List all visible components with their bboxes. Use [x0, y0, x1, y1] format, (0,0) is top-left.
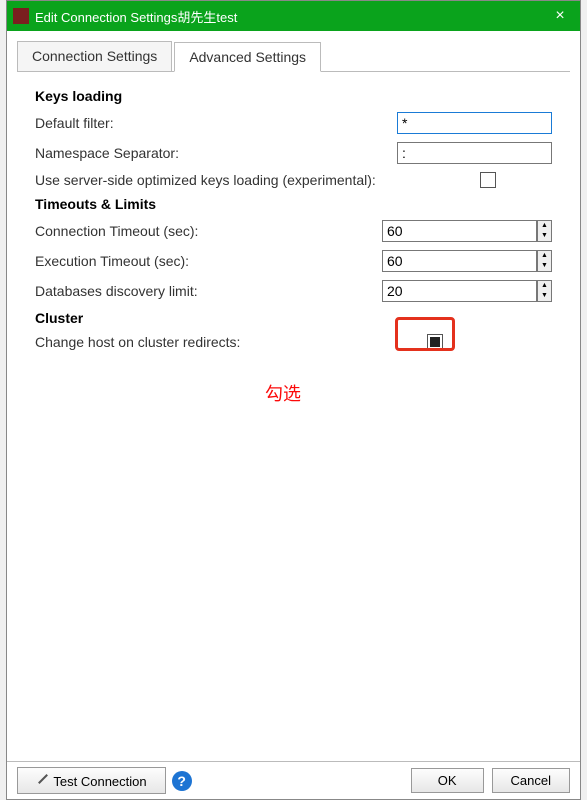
chevron-down-icon[interactable]: ▼	[538, 231, 551, 241]
spinner-execution-timeout[interactable]: ▲▼	[537, 250, 552, 272]
checkbox-change-host[interactable]	[427, 334, 443, 350]
dialog-footer: Test Connection ? OK Cancel	[7, 761, 580, 799]
input-namespace-separator[interactable]	[397, 142, 552, 164]
section-timeouts-limits: Timeouts & Limits	[35, 196, 552, 212]
chevron-up-icon[interactable]: ▲	[538, 221, 551, 231]
tabs-container: Connection Settings Advanced Settings Ke…	[7, 31, 580, 774]
label-execution-timeout: Execution Timeout (sec):	[35, 253, 382, 269]
test-connection-button[interactable]: Test Connection	[17, 767, 166, 794]
ok-button[interactable]: OK	[411, 768, 484, 793]
label-change-host: Change host on cluster redirects:	[35, 334, 405, 350]
tab-content: Keys loading Default filter: Namespace S…	[17, 72, 570, 774]
chevron-down-icon[interactable]: ▼	[538, 261, 551, 271]
chevron-up-icon[interactable]: ▲	[538, 281, 551, 291]
app-icon	[13, 8, 29, 24]
chevron-up-icon[interactable]: ▲	[538, 251, 551, 261]
test-connection-label: Test Connection	[53, 774, 146, 789]
cancel-button[interactable]: Cancel	[492, 768, 570, 793]
tab-connection-settings[interactable]: Connection Settings	[17, 41, 172, 71]
tabs: Connection Settings Advanced Settings	[17, 41, 570, 72]
label-connection-timeout: Connection Timeout (sec):	[35, 223, 382, 239]
chevron-down-icon[interactable]: ▼	[538, 291, 551, 301]
window-title: Edit Connection Settings胡先生test	[35, 7, 540, 26]
wand-icon	[36, 772, 50, 786]
label-server-side-loading: Use server-side optimized keys loading (…	[35, 172, 480, 188]
label-db-discovery-limit: Databases discovery limit:	[35, 283, 382, 299]
input-default-filter[interactable]	[397, 112, 552, 134]
input-db-discovery-limit[interactable]	[382, 280, 537, 302]
tab-advanced-settings[interactable]: Advanced Settings	[174, 42, 321, 72]
spinner-db-discovery[interactable]: ▲▼	[537, 280, 552, 302]
label-default-filter: Default filter:	[35, 115, 397, 131]
checkbox-server-side-loading[interactable]	[480, 172, 496, 188]
titlebar: Edit Connection Settings胡先生test ×	[7, 1, 580, 31]
input-execution-timeout[interactable]	[382, 250, 537, 272]
section-keys-loading: Keys loading	[35, 88, 552, 104]
dialog-window: Edit Connection Settings胡先生test × Connec…	[6, 0, 581, 800]
annotation-text: 勾选	[265, 380, 301, 406]
spinner-connection-timeout[interactable]: ▲▼	[537, 220, 552, 242]
input-connection-timeout[interactable]	[382, 220, 537, 242]
close-button[interactable]: ×	[540, 1, 580, 31]
label-namespace-separator: Namespace Separator:	[35, 145, 397, 161]
help-icon[interactable]: ?	[172, 771, 192, 791]
section-cluster: Cluster	[35, 310, 552, 326]
